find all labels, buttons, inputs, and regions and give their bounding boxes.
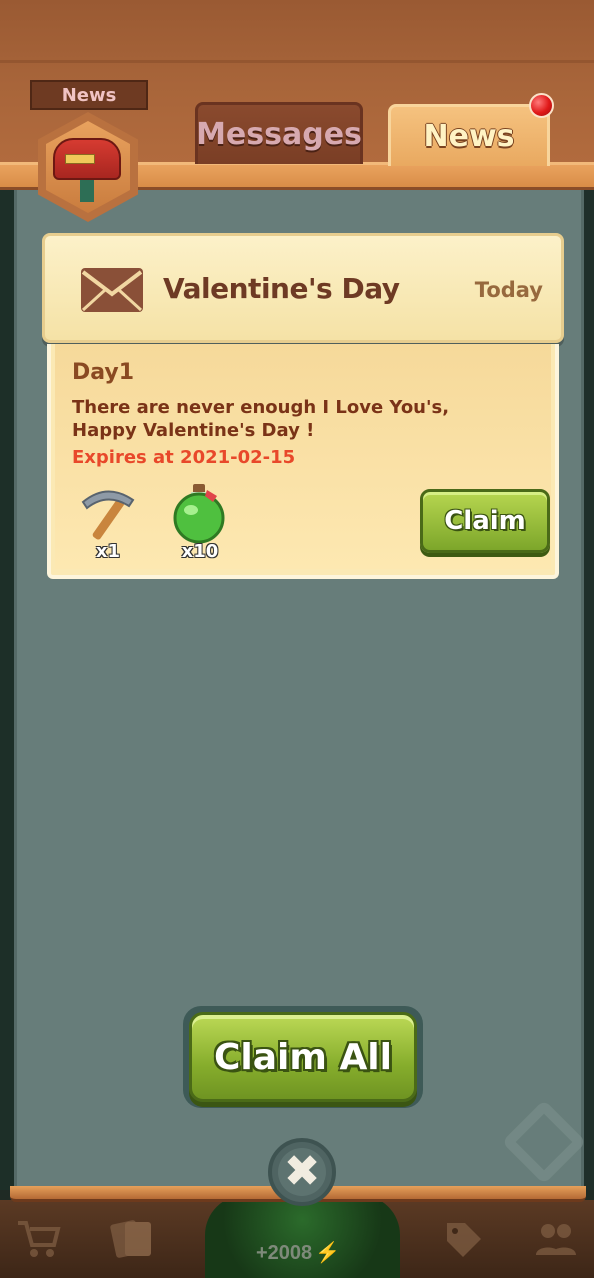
left-edge [0, 190, 14, 1190]
news-message: There are never enough I Love You's, Hap… [72, 397, 450, 441]
mailbox-post [80, 180, 94, 202]
reward-potion: x10 [165, 482, 235, 562]
energy-button-bg[interactable] [205, 1195, 400, 1278]
bolt-icon: ⚡ [315, 1242, 341, 1264]
cart-icon[interactable] [10, 1211, 66, 1267]
envelope-icon [81, 268, 143, 312]
news-title: Valentine's Day [163, 272, 400, 305]
day-label: Day1 [72, 360, 135, 385]
expiry-text: Expires at 2021-02-15 [72, 447, 296, 468]
close-button[interactable]: ✖ [268, 1138, 336, 1206]
potion-icon [173, 484, 225, 544]
news-date: Today [474, 278, 543, 302]
badge-label: News [30, 80, 148, 110]
claim-button[interactable]: Claim [420, 489, 550, 553]
cards-icon[interactable] [104, 1211, 160, 1267]
reward-count: x1 [95, 541, 121, 562]
mailbox-icon [53, 138, 121, 180]
mailbox-slot [65, 154, 95, 164]
header-divider [0, 60, 594, 63]
news-card-body: Day1 There are never enough I Love You's… [47, 344, 559, 579]
tab-news[interactable]: News [388, 104, 550, 166]
reward-pickaxe: x1 [73, 482, 143, 562]
reward-count: x10 [181, 541, 219, 562]
claim-all-frame: Claim All [183, 1006, 423, 1108]
pickaxe-icon [81, 490, 135, 540]
energy-count: +2008 ⚡ [256, 1242, 341, 1264]
news-card-header[interactable]: Valentine's Day Today [42, 233, 564, 343]
close-icon[interactable]: ✖ [278, 1148, 326, 1196]
news-card-content: Day1 There are never enough I Love You's… [55, 344, 551, 569]
friends-icon[interactable] [528, 1211, 584, 1267]
notification-dot [529, 93, 554, 118]
claim-all-button[interactable]: Claim All [189, 1012, 417, 1102]
tab-messages[interactable]: Messages [195, 102, 363, 164]
tag-icon[interactable] [435, 1211, 491, 1267]
